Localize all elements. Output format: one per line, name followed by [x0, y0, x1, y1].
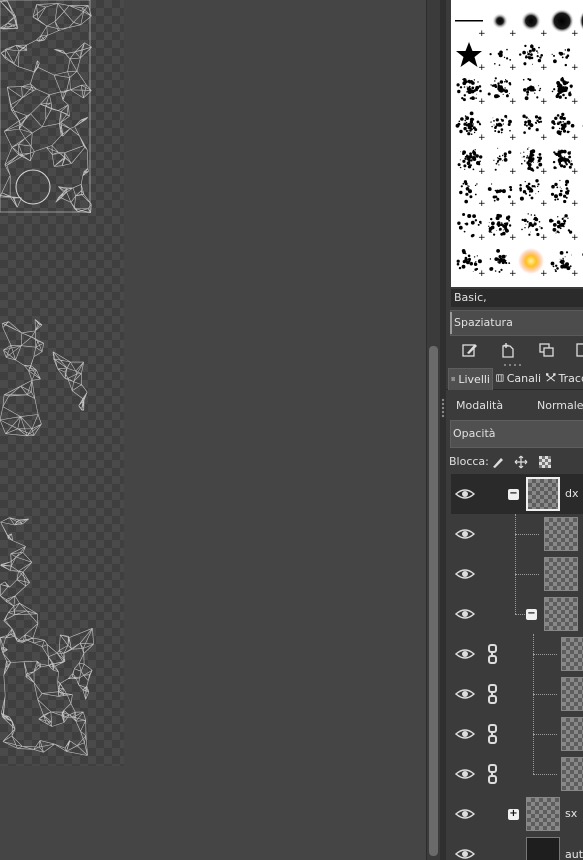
brush-preview[interactable] — [578, 176, 583, 206]
chain-link-icon[interactable] — [487, 684, 499, 704]
brush-preview[interactable] — [578, 246, 583, 276]
tab-channels[interactable]: Canali — [494, 368, 543, 390]
new-brush-icon[interactable] — [500, 342, 516, 358]
layer-thumbnail — [561, 637, 583, 671]
brush-name-field: Basic, — [451, 289, 583, 307]
delete-brush-icon[interactable] — [576, 342, 583, 358]
brush-preview[interactable] — [578, 74, 583, 104]
tab-layers-label: Livelli — [458, 373, 490, 386]
layer-row[interactable]: − — [451, 594, 583, 634]
right-dock: ++++++++++++++++++++++++++++++++++++++++… — [446, 0, 583, 860]
brush-preview[interactable] — [578, 40, 583, 70]
collapse-group-icon[interactable]: − — [526, 609, 537, 620]
expand-group-icon[interactable]: + — [508, 809, 519, 820]
eye-icon[interactable] — [455, 726, 475, 742]
spacing-slider-indicator — [450, 312, 452, 334]
brush-preview[interactable] — [578, 6, 583, 36]
chain-link-icon[interactable] — [487, 724, 499, 744]
chain-link-icon[interactable] — [487, 764, 499, 784]
layer-thumbnail — [544, 597, 578, 631]
uv-island-bottom — [0, 517, 94, 756]
channels-icon — [496, 374, 504, 382]
paths-icon — [546, 373, 556, 382]
uv-island-top — [0, 0, 92, 213]
duplicate-brush-icon[interactable] — [539, 342, 555, 358]
gimp-window: ++++++++++++++++++++++++++++++++++++++++… — [0, 0, 583, 860]
lock-position-icon[interactable] — [514, 455, 528, 469]
eye-icon[interactable] — [455, 686, 475, 702]
mode-label: Modalità — [456, 399, 504, 412]
collapse-group-icon[interactable]: − — [508, 489, 519, 500]
lock-label: Blocca: — [449, 455, 489, 468]
layer-thumbnail — [561, 757, 583, 791]
brush-grid[interactable]: ++++++++++++++++++++++++++++++++++++++++ — [451, 0, 583, 287]
brush-preview[interactable] — [578, 110, 583, 140]
eye-icon[interactable] — [455, 606, 475, 622]
edit-brush-icon[interactable] — [462, 342, 478, 358]
spacing-slider[interactable]: Spaziatura — [450, 310, 583, 336]
uv-hole-outline — [15, 169, 51, 205]
brush-preview[interactable] — [578, 144, 583, 174]
layer-thumbnail — [561, 717, 583, 751]
layer-row[interactable] — [451, 674, 583, 714]
eye-icon[interactable] — [455, 526, 475, 542]
wire-edge — [0, 319, 44, 437]
layer-mode-row[interactable]: Modalità Normale — [451, 394, 583, 416]
lock-alpha-icon[interactable] — [538, 455, 552, 469]
layer-row[interactable]: − dx — [451, 474, 583, 514]
layer-row[interactable] — [451, 514, 583, 554]
dock-tabs: Livelli Canali Tracc — [446, 368, 583, 390]
eye-icon[interactable] — [455, 846, 475, 860]
eye-icon[interactable] — [455, 646, 475, 662]
tab-layers[interactable]: Livelli — [448, 368, 493, 390]
eye-icon[interactable] — [455, 766, 475, 782]
layer-thumbnail — [544, 557, 578, 591]
wire-edge — [0, 0, 92, 213]
uv-wireframe — [0, 0, 94, 756]
canvas-vertical-scrollbar[interactable] — [426, 0, 440, 860]
uv-island-mid-right — [52, 351, 88, 411]
layer-thumbnail — [526, 837, 560, 860]
eye-icon[interactable] — [455, 566, 475, 582]
brush-toolbar — [446, 338, 583, 366]
layer-row[interactable]: + sx — [451, 794, 583, 834]
layer-thumbnail — [526, 477, 560, 511]
image-canvas[interactable] — [0, 0, 426, 860]
chain-link-icon[interactable] — [487, 644, 499, 664]
eye-icon[interactable] — [455, 806, 475, 822]
tab-paths-label: Tracc — [558, 372, 583, 385]
layer-thumbnail — [544, 517, 578, 551]
eye-icon[interactable] — [455, 486, 475, 502]
layer-name[interactable]: aut — [565, 848, 583, 860]
scrollbar-thumb[interactable] — [429, 346, 438, 856]
panel-resize-grip-icon[interactable] — [502, 363, 526, 367]
layers-list[interactable]: − dx − + sx aut — [451, 474, 583, 860]
mode-dropdown[interactable]: Normale — [537, 399, 583, 412]
opacity-slider[interactable]: Opacità — [450, 420, 583, 448]
uv-island-mid-left — [0, 319, 44, 437]
layers-icon — [451, 376, 456, 382]
wire-edge — [0, 517, 94, 756]
wire-edge — [52, 351, 88, 411]
layer-name[interactable]: sx — [565, 807, 577, 820]
lock-pixels-icon[interactable] — [491, 455, 505, 469]
layer-row[interactable] — [451, 714, 583, 754]
layer-name[interactable]: dx — [565, 487, 579, 500]
layer-row[interactable] — [451, 634, 583, 674]
splitter-grip-icon[interactable] — [441, 398, 445, 418]
tab-paths[interactable]: Tracc — [544, 368, 583, 390]
layer-thumbnail — [526, 797, 560, 831]
brush-preview[interactable] — [578, 210, 583, 240]
layer-row[interactable] — [451, 554, 583, 594]
layer-row[interactable]: aut — [451, 834, 583, 860]
tab-channels-label: Canali — [506, 372, 541, 385]
layer-row[interactable] — [451, 754, 583, 794]
lock-row: Blocca: — [448, 454, 583, 470]
layer-thumbnail — [561, 677, 583, 711]
